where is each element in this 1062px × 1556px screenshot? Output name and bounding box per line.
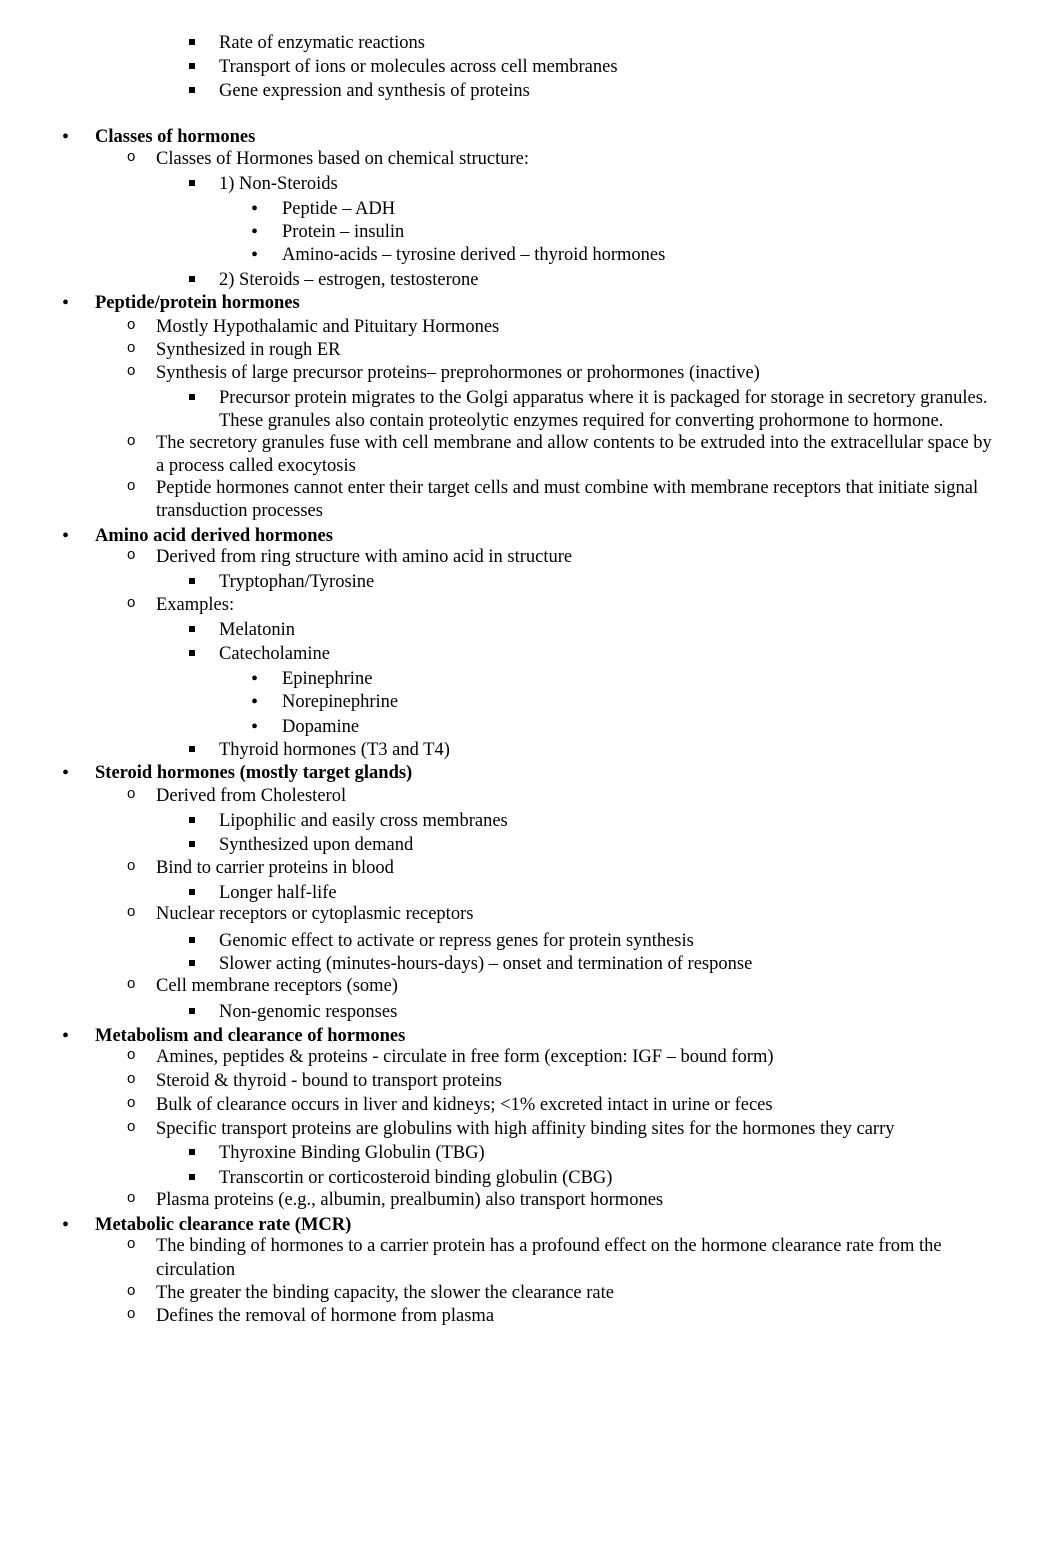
list-item-text: Plasma proteins (e.g., albumin, prealbum… bbox=[156, 1190, 664, 1210]
list-item-text: Lipophilic and easily cross membranes bbox=[219, 811, 508, 831]
list-item-text: Tryptophan/Tyrosine bbox=[219, 572, 375, 592]
bullet-icon: • bbox=[62, 1025, 70, 1047]
square-bullet-icon bbox=[189, 952, 195, 976]
list-item-text: Genomic effect to activate or repress ge… bbox=[219, 931, 694, 951]
list-item-text: Norepinephrine bbox=[282, 692, 399, 712]
list-item-text: Cell membrane receptors (some) bbox=[156, 976, 398, 996]
bullet-icon: • bbox=[251, 221, 259, 243]
circle-bullet-icon: o bbox=[127, 785, 136, 802]
circle-bullet-icon: o bbox=[127, 477, 136, 494]
list-item-text: Classes of Hormones based on chemical st… bbox=[156, 149, 529, 169]
list-item-text: Peptide/protein hormones bbox=[95, 293, 300, 313]
square-bullet-icon bbox=[189, 1141, 195, 1165]
list-item-text: Classes of hormones bbox=[95, 127, 256, 147]
circle-bullet-icon: o bbox=[127, 1094, 136, 1111]
circle-bullet-icon: o bbox=[127, 316, 136, 333]
list-item-text: Peptide hormones cannot enter their targ… bbox=[156, 478, 979, 498]
circle-bullet-icon: o bbox=[127, 1046, 136, 1063]
circle-bullet-icon: o bbox=[127, 432, 136, 449]
list-item-text: Bulk of clearance occurs in liver and ki… bbox=[156, 1095, 773, 1115]
list-item-text: Nuclear receptors or cytoplasmic recepto… bbox=[156, 904, 474, 924]
list-item-text: Melatonin bbox=[219, 620, 296, 640]
circle-bullet-icon: o bbox=[127, 903, 136, 920]
square-bullet-icon bbox=[189, 79, 195, 103]
circle-bullet-icon: o bbox=[127, 339, 136, 356]
bullet-icon: • bbox=[251, 244, 259, 266]
circle-bullet-icon: o bbox=[127, 1235, 136, 1252]
circle-bullet-icon: o bbox=[127, 594, 136, 611]
list-item-text: The secretory granules fuse with cell me… bbox=[156, 433, 992, 453]
list-item-text: Thyroxine Binding Globulin (TBG) bbox=[219, 1143, 485, 1163]
list-item-text: 2) Steroids – estrogen, testosterone bbox=[219, 270, 479, 290]
list-item-text: Protein – insulin bbox=[282, 222, 405, 242]
list-item-text: Derived from ring structure with amino a… bbox=[156, 547, 573, 567]
bullet-icon: • bbox=[62, 1214, 70, 1236]
circle-bullet-icon: o bbox=[127, 1070, 136, 1087]
bullet-icon: • bbox=[251, 668, 259, 690]
square-bullet-icon bbox=[189, 55, 195, 79]
list-item-text: Synthesized upon demand bbox=[219, 835, 414, 855]
circle-bullet-icon: o bbox=[127, 546, 136, 563]
square-bullet-icon bbox=[189, 570, 195, 594]
list-item-text: Bind to carrier proteins in blood bbox=[156, 858, 394, 878]
circle-bullet-icon: o bbox=[127, 1305, 136, 1322]
list-item-text: transduction processes bbox=[156, 501, 323, 521]
bullet-icon: • bbox=[251, 198, 259, 220]
circle-bullet-icon: o bbox=[127, 1282, 136, 1299]
circle-bullet-icon: o bbox=[127, 1189, 136, 1206]
list-item-text: Synthesis of large precursor proteins– p… bbox=[156, 363, 760, 383]
list-item-text: Derived from Cholesterol bbox=[156, 786, 347, 806]
bullet-icon: • bbox=[62, 126, 70, 148]
bullet-icon: • bbox=[251, 691, 259, 713]
circle-bullet-icon: o bbox=[127, 1118, 136, 1135]
list-item-text: Epinephrine bbox=[282, 669, 373, 689]
circle-bullet-icon: o bbox=[127, 857, 136, 874]
list-item-text: Transport of ions or molecules across ce… bbox=[219, 57, 618, 77]
list-item-text: Steroid hormones (mostly target glands) bbox=[95, 763, 413, 783]
list-item-text: Catecholamine bbox=[219, 644, 330, 664]
square-bullet-icon bbox=[189, 618, 195, 642]
square-bullet-icon bbox=[189, 738, 195, 762]
list-item-text: circulation bbox=[156, 1260, 236, 1280]
list-item-text: a process called exocytosis bbox=[156, 456, 356, 476]
square-bullet-icon bbox=[189, 31, 195, 55]
list-item-text: Specific transport proteins are globulin… bbox=[156, 1119, 895, 1139]
bullet-icon: • bbox=[62, 292, 70, 314]
bullet-icon: • bbox=[251, 716, 259, 738]
list-item-text: Defines the removal of hormone from plas… bbox=[156, 1306, 495, 1326]
square-bullet-icon bbox=[189, 386, 195, 410]
square-bullet-icon bbox=[189, 642, 195, 666]
list-item-text: Transcortin or corticosteroid binding gl… bbox=[219, 1168, 613, 1188]
square-bullet-icon bbox=[189, 172, 195, 196]
list-item-text: Dopamine bbox=[282, 717, 360, 737]
list-item-text: Rate of enzymatic reactions bbox=[219, 33, 425, 53]
list-item-text: Amines, peptides & proteins - circulate … bbox=[156, 1047, 774, 1067]
square-bullet-icon bbox=[189, 1000, 195, 1024]
list-item-text: Thyroid hormones (T3 and T4) bbox=[219, 740, 450, 760]
list-item-text: Slower acting (minutes-hours-days) – ons… bbox=[219, 954, 753, 974]
circle-bullet-icon: o bbox=[127, 362, 136, 379]
list-item-text: The greater the binding capacity, the sl… bbox=[156, 1283, 614, 1303]
list-item-text: Steroid & thyroid - bound to transport p… bbox=[156, 1071, 502, 1091]
square-bullet-icon bbox=[189, 833, 195, 857]
list-item-text: Gene expression and synthesis of protein… bbox=[219, 81, 530, 101]
list-item-text: Amino-acids – tyrosine derived – thyroid… bbox=[282, 245, 666, 265]
bullet-icon: • bbox=[62, 525, 70, 547]
list-item-text: The binding of hormones to a carrier pro… bbox=[156, 1236, 942, 1256]
list-item-text: Synthesized in rough ER bbox=[156, 340, 341, 360]
list-item-text: Non-genomic responses bbox=[219, 1002, 398, 1022]
list-item-text: Mostly Hypothalamic and Pituitary Hormon… bbox=[156, 317, 500, 337]
square-bullet-icon bbox=[189, 268, 195, 292]
list-item-text: Peptide – ADH bbox=[282, 199, 396, 219]
list-item-text: Examples: bbox=[156, 595, 235, 615]
circle-bullet-icon: o bbox=[127, 975, 136, 992]
bullet-icon: • bbox=[62, 762, 70, 784]
square-bullet-icon bbox=[189, 929, 195, 953]
list-item-text: 1) Non-Steroids bbox=[219, 174, 338, 194]
square-bullet-icon bbox=[189, 809, 195, 833]
circle-bullet-icon: o bbox=[127, 148, 136, 165]
square-bullet-icon bbox=[189, 1166, 195, 1190]
list-item-text: These granules also contain proteolytic … bbox=[219, 411, 944, 431]
list-item-text: Precursor protein migrates to the Golgi … bbox=[219, 388, 988, 408]
